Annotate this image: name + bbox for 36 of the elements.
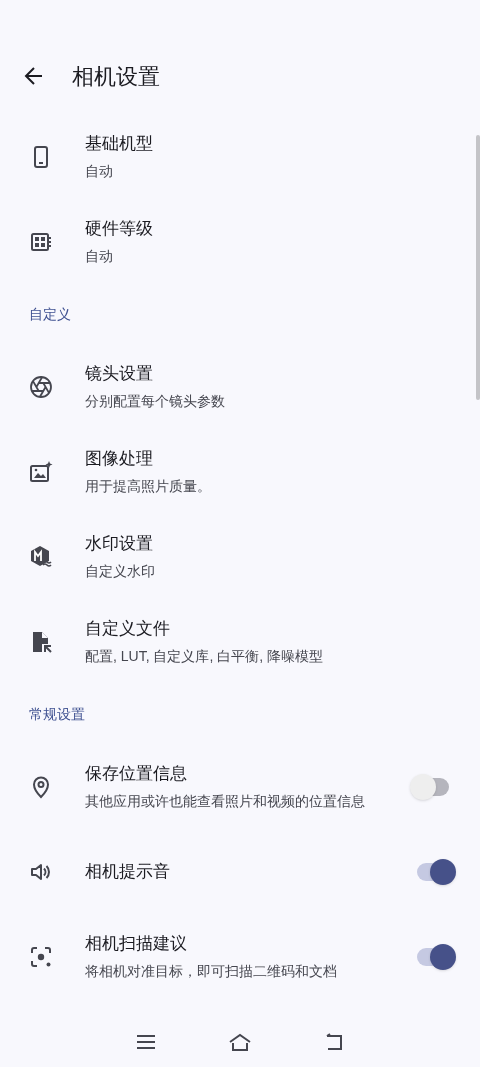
item-subtitle: 将相机对准目标，即可扫描二维码和文档: [85, 961, 338, 981]
item-subtitle: 配置, LUT, 自定义库, 白平衡, 降噪模型: [85, 646, 324, 666]
menu-icon[interactable]: [136, 1034, 156, 1050]
watermark-badge-icon: [29, 544, 53, 569]
section-header: 常规设置: [29, 704, 85, 724]
item-subtitle: 其他应用或许也能查看照片和视频的位置信息: [85, 791, 366, 811]
item-subtitle: 自动: [85, 161, 114, 181]
settings-item[interactable]: 镜头设置 分别配置每个镜头参数: [0, 344, 480, 429]
item-subtitle: 分别配置每个镜头参数: [85, 391, 226, 411]
scan-focus-icon: [29, 944, 53, 969]
item-title: 基础机型: [85, 133, 154, 156]
item-title: 自定义文件: [85, 618, 171, 641]
item-title: 镜头设置: [85, 363, 154, 386]
settings-item[interactable]: 自定义文件 配置, LUT, 自定义库, 白平衡, 降噪模型: [0, 599, 480, 684]
item-title: 水印设置: [85, 533, 154, 556]
settings-item[interactable]: 硬件等级 自动: [0, 199, 480, 284]
home-icon[interactable]: [228, 1033, 252, 1051]
image-sparkle-icon: [29, 459, 53, 484]
section-header: 自定义: [29, 304, 71, 324]
settings-item[interactable]: 相机提示音: [0, 829, 480, 914]
settings-item[interactable]: 基础机型 自动: [0, 114, 480, 199]
back-icon[interactable]: [324, 1033, 344, 1051]
item-subtitle: 自定义水印: [85, 561, 156, 581]
page-title: 相机设置: [72, 62, 160, 91]
settings-item[interactable]: 相机扫描建议 将相机对准目标，即可扫描二维码和文档: [0, 914, 480, 999]
settings-item[interactable]: 图像处理 用于提高照片质量。: [0, 429, 480, 514]
item-title: 相机扫描建议: [85, 933, 188, 956]
aperture-icon: [29, 374, 53, 399]
item-subtitle: 用于提高照片质量。: [85, 476, 212, 496]
item-title: 硬件等级: [85, 218, 154, 241]
item-title: 保存位置信息: [85, 763, 188, 786]
item-title: 相机提示音: [85, 860, 171, 883]
settings-item[interactable]: 水印设置 自定义水印: [0, 514, 480, 599]
settings-item[interactable]: 保存位置信息 其他应用或许也能查看照片和视频的位置信息: [0, 744, 480, 829]
item-title: 图像处理: [85, 448, 154, 471]
item-subtitle: 自动: [85, 246, 114, 266]
